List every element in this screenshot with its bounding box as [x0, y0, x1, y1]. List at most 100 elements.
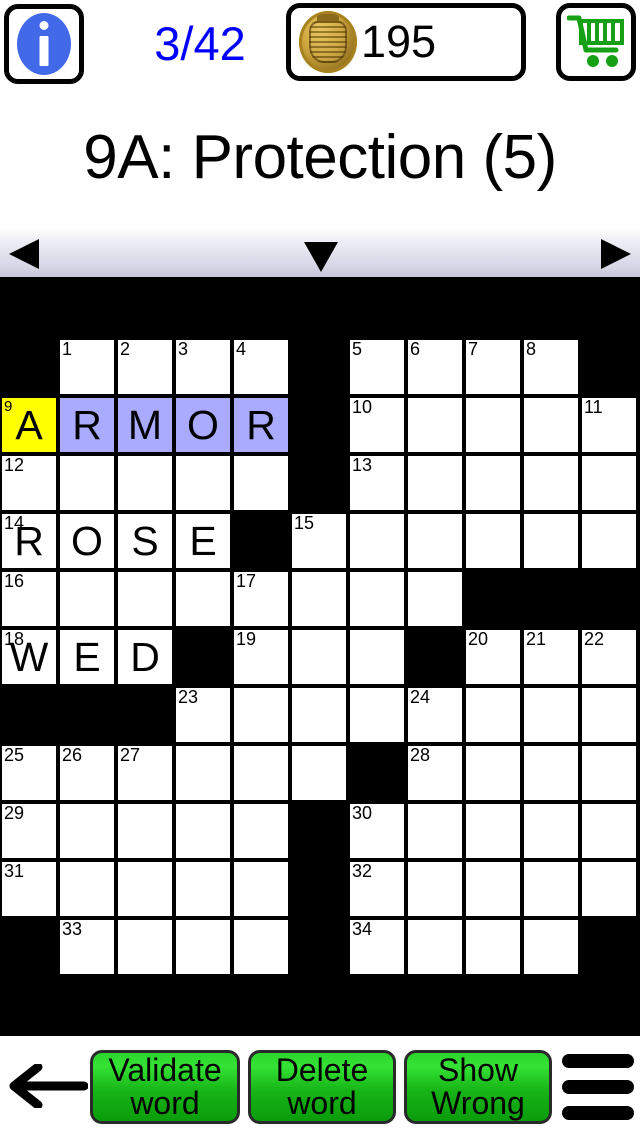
grid-cell[interactable] [522, 918, 580, 976]
grid-cell[interactable] [116, 802, 174, 860]
grid-cell[interactable]: 17 [232, 570, 290, 628]
grid-cell[interactable]: 22 [580, 628, 638, 686]
grid-cell[interactable] [464, 860, 522, 918]
grid-cell[interactable]: 3 [174, 338, 232, 396]
grid-cell[interactable] [58, 454, 116, 512]
grid-cell[interactable] [406, 454, 464, 512]
grid-cell[interactable]: 30 [348, 802, 406, 860]
grid-cell[interactable]: 1 [58, 338, 116, 396]
grid-cell[interactable] [464, 512, 522, 570]
shop-button[interactable] [556, 3, 636, 81]
grid-cell[interactable] [174, 744, 232, 802]
grid-cell[interactable]: 7 [464, 338, 522, 396]
grid-cell[interactable] [116, 860, 174, 918]
grid-cell[interactable] [348, 628, 406, 686]
grid-cell[interactable] [406, 802, 464, 860]
grid-cell[interactable] [522, 860, 580, 918]
grid-cell[interactable]: 32 [348, 860, 406, 918]
grid-cell[interactable] [290, 744, 348, 802]
grid-cell[interactable]: D [116, 628, 174, 686]
grid-cell[interactable]: 28 [406, 744, 464, 802]
grid-cell[interactable] [522, 396, 580, 454]
grid-cell[interactable]: 12 [0, 454, 58, 512]
grid-cell[interactable]: 18 W [0, 628, 58, 686]
grid-cell[interactable]: S [116, 512, 174, 570]
grid-cell[interactable] [522, 802, 580, 860]
grid-cell[interactable] [406, 570, 464, 628]
grid-cell[interactable] [348, 686, 406, 744]
validate-word-button[interactable]: Validate word [90, 1050, 240, 1124]
grid-cell[interactable]: 21 [522, 628, 580, 686]
grid-cell[interactable] [290, 686, 348, 744]
grid-cell[interactable]: 29 [0, 802, 58, 860]
grid-cell[interactable] [174, 802, 232, 860]
crossword-grid[interactable]: 1 2 3 4 5 6 7 8 9 A R M O R 10 11 12 13 14 R O S E 15 16 17 18 W E D 1… [0, 280, 640, 980]
grid-cell[interactable]: 11 [580, 396, 638, 454]
grid-cell[interactable] [232, 802, 290, 860]
grid-cell[interactable]: 20 [464, 628, 522, 686]
grid-cell[interactable] [464, 802, 522, 860]
grid-cell[interactable]: 19 [232, 628, 290, 686]
grid-cell[interactable] [522, 454, 580, 512]
toggle-direction-button[interactable] [304, 242, 338, 272]
grid-cell[interactable] [580, 686, 638, 744]
show-wrong-button[interactable]: Show Wrong [404, 1050, 552, 1124]
grid-cell[interactable] [174, 918, 232, 976]
delete-word-button[interactable]: Delete word [248, 1050, 396, 1124]
grid-cell[interactable] [174, 454, 232, 512]
grid-cell[interactable]: R [58, 396, 116, 454]
grid-cell[interactable] [232, 918, 290, 976]
grid-cell[interactable] [58, 802, 116, 860]
grid-cell[interactable] [116, 918, 174, 976]
grid-cell[interactable] [116, 454, 174, 512]
previous-clue-button[interactable] [9, 239, 39, 269]
grid-cell[interactable]: 5 [348, 338, 406, 396]
grid-cell[interactable]: 4 [232, 338, 290, 396]
grid-cell[interactable] [290, 570, 348, 628]
grid-cell[interactable] [522, 512, 580, 570]
grid-cell[interactable] [232, 686, 290, 744]
grid-cell[interactable]: R [232, 396, 290, 454]
grid-cell[interactable]: 24 [406, 686, 464, 744]
grid-cell[interactable] [580, 744, 638, 802]
grid-cell[interactable]: 15 [290, 512, 348, 570]
grid-cell[interactable] [348, 512, 406, 570]
grid-cell[interactable]: O [174, 396, 232, 454]
grid-cell[interactable] [464, 918, 522, 976]
grid-cell[interactable]: 33 [58, 918, 116, 976]
grid-cell[interactable] [406, 860, 464, 918]
grid-cell[interactable] [58, 570, 116, 628]
grid-cell[interactable] [580, 860, 638, 918]
grid-cell[interactable]: 23 [174, 686, 232, 744]
grid-cell[interactable]: 13 [348, 454, 406, 512]
grid-cell[interactable]: O [58, 512, 116, 570]
info-button[interactable] [4, 4, 84, 84]
grid-cell[interactable] [174, 570, 232, 628]
grid-cell[interactable] [232, 744, 290, 802]
grid-cell[interactable]: E [174, 512, 232, 570]
grid-cell[interactable] [580, 802, 638, 860]
back-button[interactable] [8, 1064, 88, 1108]
grid-cell[interactable]: 16 [0, 570, 58, 628]
grid-cell[interactable]: 34 [348, 918, 406, 976]
grid-cell[interactable]: 26 [58, 744, 116, 802]
grid-cell[interactable] [522, 686, 580, 744]
grid-cell[interactable] [232, 860, 290, 918]
grid-cell[interactable]: 6 [406, 338, 464, 396]
grid-cell[interactable] [580, 454, 638, 512]
grid-cell[interactable] [406, 918, 464, 976]
grid-cell[interactable]: 14 R [0, 512, 58, 570]
grid-cell[interactable] [406, 512, 464, 570]
next-clue-button[interactable] [601, 239, 631, 269]
grid-cell[interactable] [580, 512, 638, 570]
grid-cell[interactable] [464, 686, 522, 744]
grid-cell[interactable] [116, 570, 174, 628]
grid-cell[interactable]: 25 [0, 744, 58, 802]
menu-button[interactable] [562, 1054, 634, 1120]
grid-cell[interactable] [232, 454, 290, 512]
grid-cell[interactable] [464, 396, 522, 454]
grid-cell[interactable] [464, 454, 522, 512]
grid-cell[interactable] [58, 860, 116, 918]
grid-cell[interactable] [406, 396, 464, 454]
grid-cell[interactable]: M [116, 396, 174, 454]
